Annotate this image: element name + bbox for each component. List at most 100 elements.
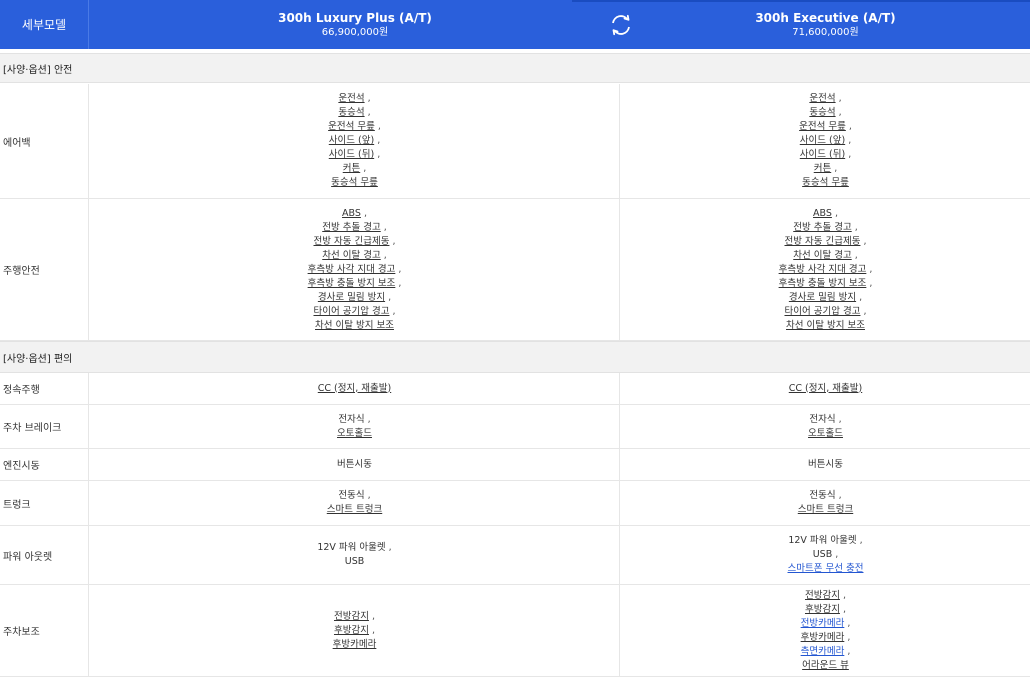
spec-link[interactable]: 전방감지 (805, 590, 840, 601)
spec-link[interactable]: 커튼 (343, 163, 360, 174)
separator: , (851, 249, 858, 261)
spec-item: 경사로 밀림 방지 , (789, 291, 862, 305)
spec-link[interactable]: 동승석 (338, 107, 364, 118)
spec-link[interactable]: 타이어 공기압 경고 (313, 306, 389, 317)
model-column-1[interactable]: 300h Luxury Plus (A/T) 66,900,000원 (90, 0, 620, 49)
spec-link[interactable]: 후방감지 (334, 625, 369, 636)
spec-text: USB (344, 556, 365, 567)
spec-link[interactable]: 사이드 (앞) (800, 135, 845, 146)
spec-link[interactable]: 후측방 충돌 방지 보조 (779, 278, 867, 289)
spec-link[interactable]: 동승석 무릎 (331, 177, 378, 188)
spec-link[interactable]: 경사로 밀림 방지 (318, 292, 385, 303)
spec-link[interactable]: ABS (342, 208, 361, 219)
spec-item: 전방감지 , (334, 610, 375, 624)
spec-link[interactable]: 후방카메라 (333, 639, 377, 650)
spec-link[interactable]: 후측방 사각 지대 경고 (308, 264, 396, 275)
row-label: 주행안전 (0, 199, 89, 340)
spec-link[interactable]: 사이드 (뒤) (329, 149, 374, 160)
spec-item: 후방카메라 , (801, 631, 851, 645)
spec-link[interactable]: 타이어 공기압 경고 (784, 306, 860, 317)
spec-item: 전방 추돌 경고 , (322, 221, 387, 235)
spec-row: 에어백 운전석 , 동승석 , 운전석 무릎 , 사이드 (앞) , 사이드 (뒤) ,… (0, 84, 1030, 199)
separator: , (835, 93, 842, 104)
spec-link[interactable]: 스마트 트렁크 (798, 504, 853, 515)
separator: , (374, 135, 381, 146)
spec-link[interactable]: CC (정지, 재출발) (318, 383, 391, 394)
spec-text: 버튼시동 (337, 458, 372, 470)
spec-link[interactable]: 후측방 충돌 방지 보조 (308, 278, 396, 289)
header-accent-line (572, 0, 1030, 2)
spec-link[interactable]: 차선 이탈 방지 보조 (786, 320, 865, 331)
spec-link[interactable]: 운전석 무릎 (799, 121, 846, 132)
separator: , (831, 163, 838, 174)
compare-header: 세부모델 300h Luxury Plus (A/T) 66,900,000원 … (0, 0, 1030, 49)
spec-item: 경사로 밀림 방지 , (318, 291, 391, 305)
spec-item: 운전석 , (809, 92, 841, 106)
row-values-col2: 12V 파워 아울렛 , USB , 스마트폰 무선 충전 (621, 526, 1030, 584)
separator: , (380, 221, 387, 233)
spec-link[interactable]: 차선 이탈 경고 (322, 250, 380, 261)
spec-link[interactable]: 오토홀드 (337, 428, 372, 439)
spec-link[interactable]: ABS (813, 208, 832, 219)
separator: , (360, 163, 367, 174)
spec-link[interactable]: 전방카메라 (801, 618, 845, 629)
model-column-2[interactable]: 300h Executive (A/T) 71,600,000원 (621, 0, 1030, 49)
separator: , (385, 542, 392, 553)
spec-item: 동승석 무릎 (802, 176, 849, 190)
separator: , (866, 277, 873, 289)
row-values-col1: ABS , 전방 추돌 경고 , 전방 자동 긴급제동 , 차선 이탈 경고 , 후측방… (90, 199, 620, 340)
separator: , (360, 207, 367, 219)
spec-item: 후방카메라 (333, 638, 377, 652)
spec-link[interactable]: 전방 자동 긴급제동 (313, 236, 389, 247)
spec-link[interactable]: CC (정지, 재출발) (789, 383, 862, 394)
spec-link[interactable]: 스마트 트렁크 (327, 504, 382, 515)
spec-link[interactable]: 운전석 (338, 93, 364, 104)
spec-link[interactable]: 운전석 (809, 93, 835, 104)
spec-item: 사이드 (뒤) , (329, 148, 380, 162)
spec-link[interactable]: 오토홀드 (808, 428, 843, 439)
spec-link[interactable]: 전방 추돌 경고 (322, 222, 380, 233)
spec-link[interactable]: 후방카메라 (801, 632, 845, 643)
spec-row: 엔진시동 버튼시동 버튼시동 (0, 449, 1030, 481)
spec-item: 전방카메라 , (801, 617, 851, 631)
spec-item: 전동식 , (809, 489, 841, 503)
spec-item: 동승석 , (809, 106, 841, 120)
spec-link[interactable]: 차선 이탈 경고 (793, 250, 851, 261)
spec-link[interactable]: 스마트폰 무선 충전 (788, 563, 864, 574)
spec-link[interactable]: 후측방 사각 지대 경고 (779, 264, 867, 275)
spec-link[interactable]: 운전석 무릎 (328, 121, 375, 132)
spec-link[interactable]: 동승석 (809, 107, 835, 118)
spec-link[interactable]: 경사로 밀림 방지 (789, 292, 856, 303)
spec-link[interactable]: 전방 자동 긴급제동 (784, 236, 860, 247)
row-values-col2: 운전석 , 동승석 , 운전석 무릎 , 사이드 (앞) , 사이드 (뒤) , 커튼 ,… (621, 84, 1030, 198)
spec-item: 후측방 사각 지대 경고 , (308, 263, 402, 277)
spec-item: 전방 자동 긴급제동 , (313, 235, 395, 249)
spec-text: 12V 파워 아울렛 (317, 542, 386, 553)
model-name-1: 300h Luxury Plus (A/T) (278, 10, 432, 25)
spec-link[interactable]: 커튼 (814, 163, 831, 174)
spec-link[interactable]: 후방감지 (805, 604, 840, 615)
spec-link[interactable]: 측면카메라 (801, 646, 845, 657)
row-values-col1: CC (정지, 재출발) (90, 373, 620, 404)
separator: , (845, 135, 852, 146)
spec-item: 후측방 사각 지대 경고 , (779, 263, 873, 277)
spec-link[interactable]: 사이드 (뒤) (800, 149, 845, 160)
spec-item: 전자식 , (338, 413, 370, 427)
spec-item: 동승석 , (338, 106, 370, 120)
spec-link[interactable]: 사이드 (앞) (329, 135, 374, 146)
spec-link[interactable]: 동승석 무릎 (802, 177, 849, 188)
spec-link[interactable]: 전방감지 (334, 611, 369, 622)
spec-item: 운전석 무릎 , (799, 120, 852, 134)
spec-item: 동승석 무릎 (331, 176, 378, 190)
spec-text: 전자식 (809, 413, 836, 425)
swap-icon[interactable] (606, 10, 636, 40)
spec-item: 후측방 충돌 방지 보조 , (779, 277, 873, 291)
spec-link[interactable]: 차선 이탈 방지 보조 (315, 320, 394, 331)
separator: , (835, 107, 842, 118)
spec-item: 타이어 공기압 경고 , (784, 305, 866, 319)
spec-link[interactable]: 전방 추돌 경고 (793, 222, 851, 233)
spec-text: 전동식 (809, 490, 836, 501)
spec-link[interactable]: 어라운드 뷰 (802, 660, 849, 671)
spec-item: CC (정지, 재출발) (318, 382, 391, 396)
spec-item: 전자식 , (809, 413, 841, 427)
